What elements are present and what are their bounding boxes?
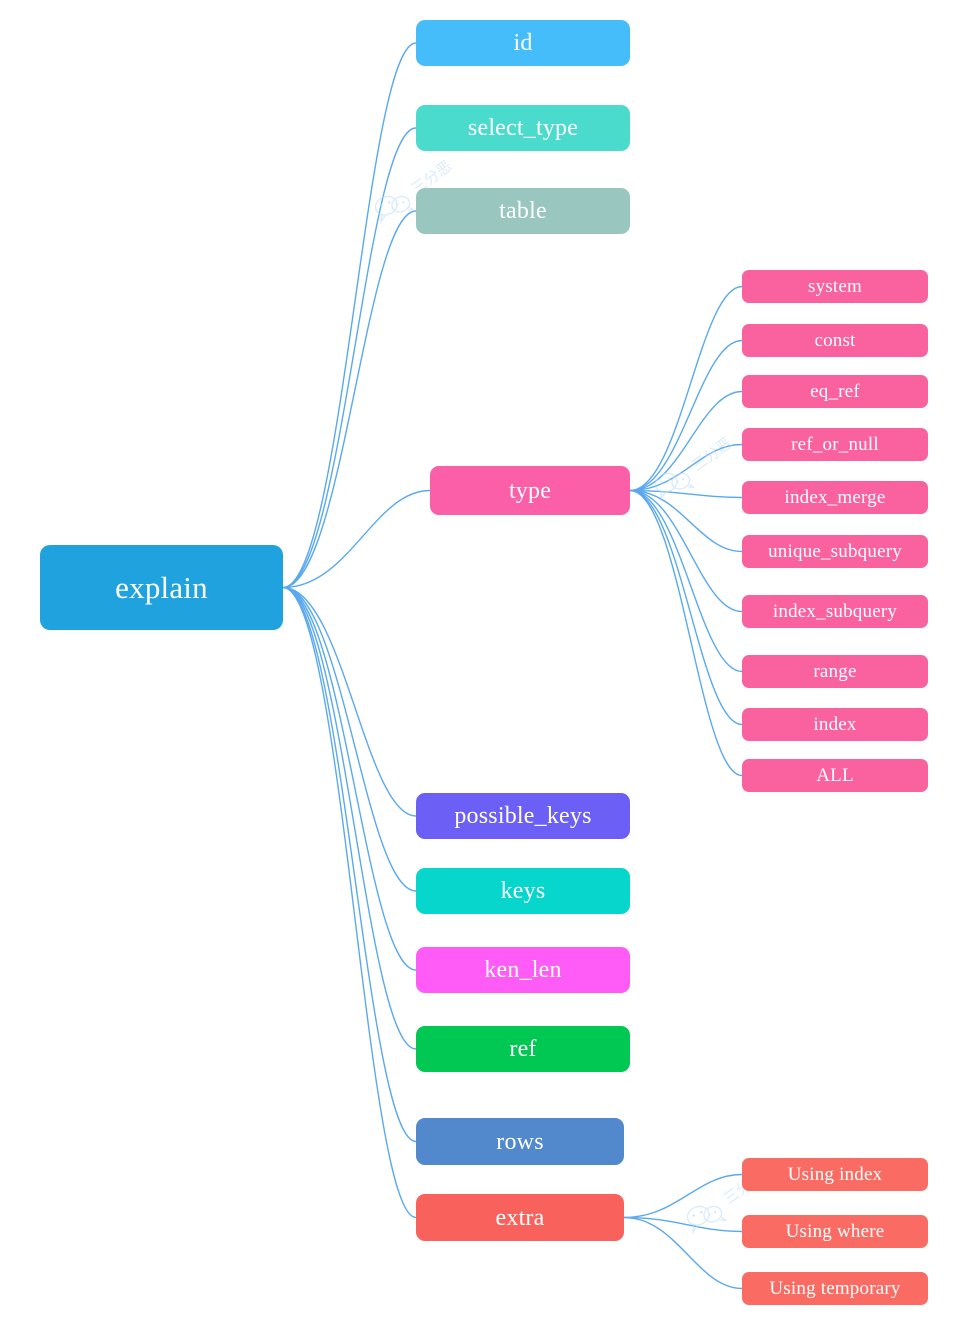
connector-line bbox=[282, 586, 417, 1219]
connector-line bbox=[629, 489, 743, 777]
node-label: id bbox=[513, 30, 533, 56]
leaf-node-ref-or-null[interactable]: ref_or_null bbox=[742, 428, 928, 461]
leaf-node-const[interactable]: const bbox=[742, 324, 928, 357]
node-label: ken_len bbox=[484, 957, 562, 983]
connector-line bbox=[623, 1216, 743, 1233]
connector-line bbox=[629, 339, 743, 492]
leaf-node-using-temporary[interactable]: Using temporary bbox=[742, 1272, 928, 1305]
connector-line bbox=[282, 586, 417, 1050]
branch-node-extra[interactable]: extra bbox=[416, 1194, 624, 1241]
connector-line bbox=[629, 489, 743, 673]
connector-line bbox=[282, 586, 417, 817]
connector-line bbox=[623, 1173, 743, 1219]
branch-node-type[interactable]: type bbox=[430, 466, 630, 515]
node-label: type bbox=[508, 477, 552, 504]
connector-line bbox=[629, 489, 743, 726]
leaf-node-using-where[interactable]: Using where bbox=[742, 1215, 928, 1248]
node-label: range bbox=[813, 661, 857, 682]
branch-node-ref[interactable]: ref bbox=[416, 1026, 630, 1072]
connector-line bbox=[629, 489, 743, 499]
leaf-node-all[interactable]: ALL bbox=[742, 759, 928, 792]
branch-node-select-type[interactable]: select_type bbox=[416, 105, 630, 151]
connector-line bbox=[282, 586, 417, 892]
node-label: ref_or_null bbox=[791, 434, 879, 455]
node-label: Using index bbox=[787, 1164, 883, 1185]
node-label: ref bbox=[509, 1036, 537, 1062]
leaf-node-unique-subquery[interactable]: unique_subquery bbox=[742, 535, 928, 568]
node-label: possible_keys bbox=[454, 803, 592, 829]
connector-line bbox=[623, 1216, 743, 1290]
connector-line bbox=[282, 42, 417, 589]
node-label: Using temporary bbox=[769, 1278, 901, 1299]
connector-line bbox=[629, 285, 743, 492]
leaf-node-index-subquery[interactable]: index_subquery bbox=[742, 595, 928, 628]
leaf-node-index[interactable]: index bbox=[742, 708, 928, 741]
connector-line bbox=[282, 489, 431, 589]
watermark-text: 三分恶 bbox=[688, 434, 735, 475]
node-label: table bbox=[499, 198, 547, 224]
branch-node-ken-len[interactable]: ken_len bbox=[416, 947, 630, 993]
branch-node-id[interactable]: id bbox=[416, 20, 630, 66]
node-label: index_subquery bbox=[772, 601, 898, 622]
leaf-node-range[interactable]: range bbox=[742, 655, 928, 688]
node-label: rows bbox=[496, 1128, 544, 1155]
root-node-explain[interactable]: explain bbox=[40, 545, 283, 630]
leaf-node-index-merge[interactable]: index_merge bbox=[742, 481, 928, 514]
leaf-node-system[interactable]: system bbox=[742, 270, 928, 303]
connector-line bbox=[629, 489, 743, 553]
leaf-node-using-index[interactable]: Using index bbox=[742, 1158, 928, 1191]
node-label: const bbox=[814, 330, 856, 351]
branch-node-possible-keys[interactable]: possible_keys bbox=[416, 793, 630, 839]
node-label: eq_ref bbox=[810, 381, 860, 402]
node-label: extra bbox=[495, 1204, 545, 1231]
node-label: system bbox=[808, 276, 862, 297]
node-label: unique_subquery bbox=[768, 541, 902, 562]
leaf-node-eq-ref[interactable]: eq_ref bbox=[742, 375, 928, 408]
node-label: ALL bbox=[816, 765, 854, 786]
connector-line bbox=[282, 127, 417, 589]
node-label: index_merge bbox=[784, 487, 886, 508]
node-label: Using where bbox=[785, 1221, 885, 1242]
connector-line bbox=[282, 210, 417, 589]
connector-line bbox=[282, 586, 417, 1143]
connector-line bbox=[282, 586, 417, 971]
connector-line bbox=[629, 443, 743, 492]
connector-line bbox=[629, 390, 743, 492]
node-label: index bbox=[813, 714, 857, 735]
node-label: keys bbox=[500, 878, 546, 904]
mindmap-canvas: explain id select_typetable type system const… bbox=[0, 0, 968, 1344]
branch-node-table[interactable]: table bbox=[416, 188, 630, 234]
connector-line bbox=[629, 489, 743, 613]
node-label: select_type bbox=[467, 115, 579, 141]
branch-node-keys[interactable]: keys bbox=[416, 868, 630, 914]
node-label: explain bbox=[115, 570, 208, 605]
branch-node-rows[interactable]: rows bbox=[416, 1118, 624, 1165]
